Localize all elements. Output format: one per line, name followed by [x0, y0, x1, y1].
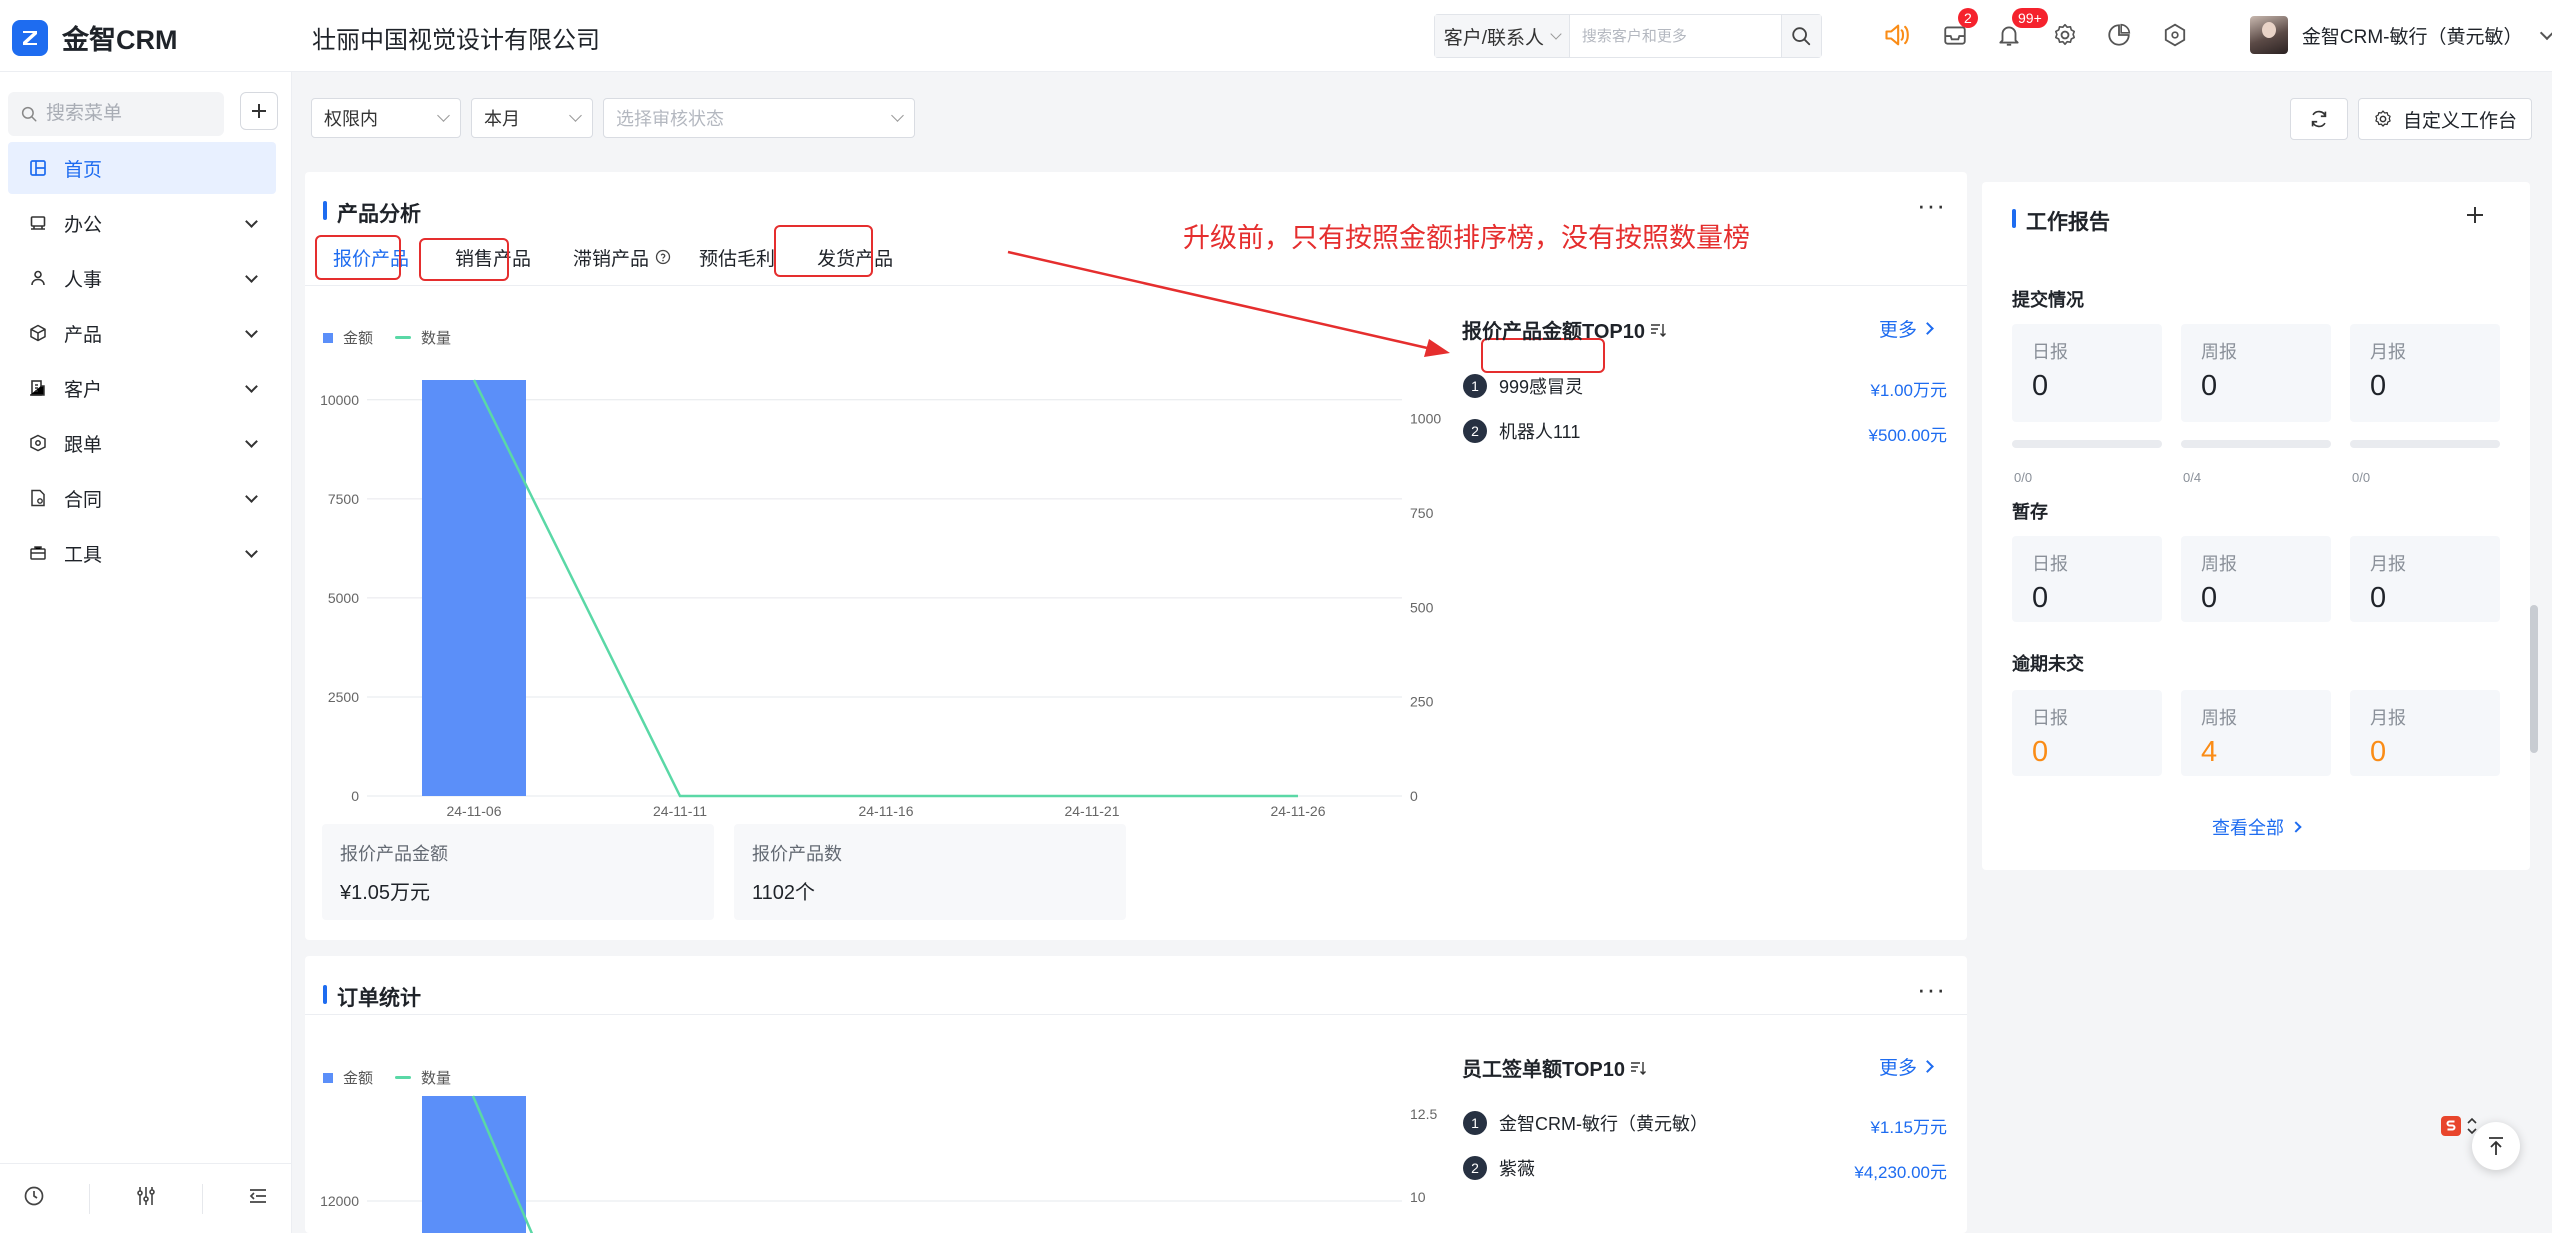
- report-label: 周报: [2201, 708, 2237, 728]
- list-item[interactable]: 2 紫薇: [1463, 1153, 1535, 1183]
- view-all-label: 查看全部: [2212, 818, 2284, 838]
- ranking-title-text: 员工签单额TOP10: [1462, 1059, 1625, 1081]
- report-label: 日报: [2032, 708, 2068, 728]
- plus-icon: [2467, 207, 2483, 223]
- view-all-link[interactable]: 查看全部: [1982, 814, 2530, 840]
- submit-daily[interactable]: 日报 0: [2012, 324, 2162, 422]
- progress-bar: [2181, 440, 2331, 448]
- back-to-top-button[interactable]: [2472, 1122, 2520, 1170]
- progress-fraction: 0/0: [2014, 470, 2033, 485]
- overdue-daily[interactable]: 日报 0: [2012, 690, 2162, 776]
- progress-bar: [2350, 440, 2500, 448]
- section-title: 逾期未交: [2012, 654, 2084, 674]
- submit-weekly[interactable]: 周报 0: [2181, 324, 2331, 422]
- page-scrollbar[interactable]: [2530, 605, 2538, 753]
- report-value: 0: [2370, 582, 2387, 614]
- submit-monthly[interactable]: 月报 0: [2350, 324, 2500, 422]
- chevron-right-icon: [2290, 821, 2302, 833]
- report-value: 0: [2370, 370, 2387, 402]
- chevron-right-icon: [1921, 1060, 1934, 1073]
- more-options-icon[interactable]: ···: [1917, 976, 1946, 1002]
- draft-daily[interactable]: 日报 0: [2012, 536, 2162, 622]
- arrow-up-to-top-icon: [2489, 1137, 2503, 1155]
- report-label: 月报: [2370, 708, 2406, 728]
- progress-bar: [2012, 440, 2162, 448]
- y2-tick-label: 10: [1410, 1189, 1426, 1205]
- report-value: 4: [2201, 736, 2218, 768]
- sort-icon[interactable]: [1629, 1059, 1647, 1077]
- rank-name: 紫薇: [1499, 1159, 1535, 1179]
- report-label: 日报: [2032, 554, 2068, 574]
- report-value: 0: [2201, 582, 2218, 614]
- y-tick-label: 12000: [320, 1193, 359, 1209]
- overdue-monthly[interactable]: 月报 0: [2350, 690, 2500, 776]
- bar: [422, 1096, 526, 1233]
- report-label: 月报: [2370, 554, 2406, 574]
- y2-tick-label: 12.5: [1410, 1106, 1437, 1122]
- ranking-more-link[interactable]: 更多: [1879, 1053, 1934, 1080]
- report-value: 0: [2032, 736, 2049, 768]
- draft-monthly[interactable]: 月报 0: [2350, 536, 2500, 622]
- report-value: 0: [2201, 370, 2218, 402]
- rank-number: 1: [1463, 1111, 1487, 1135]
- work-report-card: 工作报告 提交情况 日报 0 周报 0 月报 0 0/0 0/4 0/0 暂存 日报 0…: [1982, 182, 2530, 870]
- section-title: 提交情况: [2012, 290, 2084, 310]
- rank-amount: ¥1.15万元: [1870, 1118, 1947, 1137]
- more-label: 更多: [1879, 1058, 1918, 1079]
- report-label: 周报: [2201, 342, 2237, 362]
- report-value: 0: [2032, 370, 2049, 402]
- progress-fraction: 0/4: [2183, 470, 2202, 485]
- report-value: 0: [2032, 582, 2049, 614]
- report-label: 月报: [2370, 342, 2406, 362]
- ranking-title: 员工签单额TOP10: [1462, 1053, 1647, 1082]
- card-title: 工作报告: [2012, 206, 2110, 236]
- rank-number: 2: [1463, 1156, 1487, 1180]
- report-label: 日报: [2032, 342, 2068, 362]
- rank-name: 金智CRM-敏行（黄元敏）: [1499, 1114, 1708, 1134]
- draft-weekly[interactable]: 周报 0: [2181, 536, 2331, 622]
- rank-amount: ¥4,230.00元: [1854, 1163, 1947, 1182]
- overdue-weekly[interactable]: 周报 4: [2181, 690, 2331, 776]
- order-stats-chart: 12000 10 12.5: [320, 1095, 1437, 1233]
- section-title: 暂存: [2012, 502, 2048, 522]
- add-report-button[interactable]: [2464, 204, 2486, 231]
- order-stats-card: 订单统计 ··· 金额 数量 12000 10 12.5 员工签单额TOP10 更多…: [305, 956, 1967, 1233]
- report-value: 0: [2370, 736, 2387, 768]
- list-item[interactable]: 1 金智CRM-敏行（黄元敏）: [1463, 1108, 1708, 1138]
- report-label: 周报: [2201, 554, 2237, 574]
- progress-fraction: 0/0: [2352, 470, 2371, 485]
- s-logo-icon: [2441, 1116, 2461, 1136]
